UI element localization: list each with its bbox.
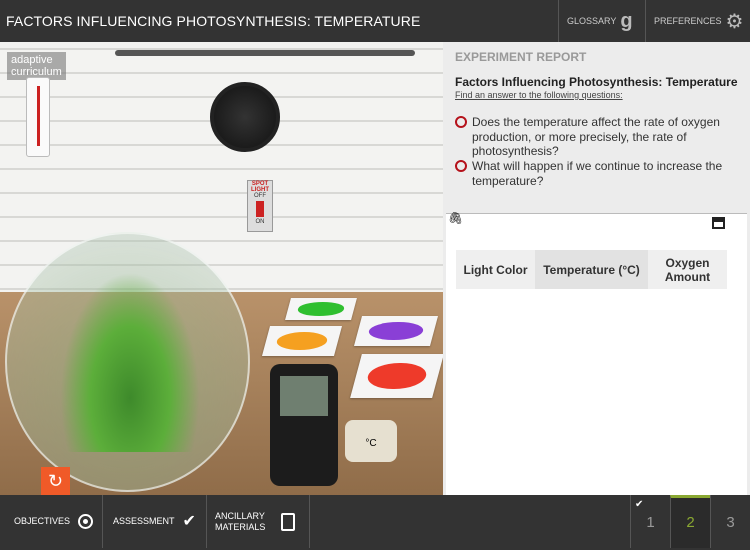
- spotlight-switch[interactable]: SPOT LIGHT OFF ON: [247, 180, 273, 232]
- column-header: Temperature (°C): [535, 250, 648, 289]
- page-title: FACTORS INFLUENCING PHOTOSYNTHESIS: TEMP…: [6, 13, 421, 29]
- reset-icon: ↻: [47, 471, 64, 491]
- switch-label: SPOT LIGHT: [251, 181, 269, 193]
- switch-on-label: ON: [255, 219, 265, 225]
- question-text: What will happen if we continue to incre…: [472, 159, 723, 188]
- bottom-bar: OBJECTIVES ASSESSMENT ✔ ANCILLARY MATERIA…: [0, 495, 750, 548]
- question-1[interactable]: Does the temperature affect the rate of …: [455, 115, 740, 159]
- document-icon: [281, 512, 295, 531]
- data-sheet: 🖇 Light Color Temperature (°C) Oxygen Am…: [446, 211, 747, 495]
- spotlight[interactable]: [210, 82, 280, 152]
- assessment-button[interactable]: ASSESSMENT ✔: [103, 495, 207, 548]
- page-2-button[interactable]: 2: [670, 495, 710, 548]
- reset-button[interactable]: ↻: [41, 467, 70, 495]
- glossary-button[interactable]: GLOSSARY g: [558, 0, 645, 42]
- paperclip-icon: 🖇: [448, 211, 464, 225]
- report-title: Factors Influencing Photosynthesis: Temp…: [455, 75, 738, 89]
- column-header: Oxygen Amount: [648, 250, 727, 289]
- logo-text: adaptive: [11, 54, 53, 66]
- page-number: 2: [686, 514, 695, 531]
- circle-icon: [455, 160, 467, 172]
- data-table: Light Color Temperature (°C) Oxygen Amou…: [456, 250, 727, 289]
- temperature-dial[interactable]: °C: [345, 420, 397, 462]
- question-text: Does the temperature affect the rate of …: [472, 115, 720, 158]
- report-subtitle: Find an answer to the following question…: [455, 90, 623, 100]
- red-filter-card[interactable]: [350, 354, 443, 398]
- page-3-button[interactable]: 3: [710, 495, 750, 548]
- report-heading: EXPERIMENT REPORT: [455, 50, 587, 64]
- gear-icon: ⚙: [725, 10, 744, 33]
- lamp-rail: [115, 50, 415, 56]
- column-header: Light Color: [456, 250, 535, 289]
- objectives-button[interactable]: OBJECTIVES: [0, 495, 103, 548]
- ancillary-label: ANCILLARY MATERIALS: [215, 510, 266, 532]
- logo: adaptive curriculum: [7, 52, 66, 80]
- experiment-scene: adaptive curriculum SPOT LIGHT OFF ON °C …: [0, 42, 443, 495]
- completed-check-icon: ✔: [635, 499, 644, 510]
- glossary-icon: g: [620, 9, 633, 32]
- thermometer: [26, 77, 50, 157]
- preferences-label: PREFERENCES: [654, 16, 722, 26]
- glossary-label: GLOSSARY: [567, 16, 617, 26]
- oxygen-meter: [270, 364, 338, 486]
- target-icon: [78, 514, 94, 529]
- page-number: 3: [726, 514, 735, 531]
- water-plant: [60, 272, 200, 452]
- checkmark-icon: ✔: [182, 513, 196, 530]
- green-filter-card[interactable]: [285, 298, 357, 320]
- circle-icon: [455, 116, 467, 128]
- switch-off-label: OFF: [254, 193, 266, 199]
- question-2[interactable]: What will happen if we continue to incre…: [455, 159, 740, 188]
- objectives-label: OBJECTIVES: [14, 516, 71, 526]
- temperature-unit: °C: [365, 438, 377, 449]
- print-icon[interactable]: [712, 217, 725, 229]
- orange-filter-card[interactable]: [261, 326, 343, 356]
- page-1-button[interactable]: ✔ 1: [630, 495, 670, 548]
- header: FACTORS INFLUENCING PHOTOSYNTHESIS: TEMP…: [0, 0, 750, 42]
- ancillary-materials-button[interactable]: ANCILLARY MATERIALS: [207, 495, 310, 548]
- experiment-report: EXPERIMENT REPORT Factors Influencing Ph…: [443, 42, 750, 495]
- assessment-label: ASSESSMENT: [113, 516, 175, 526]
- purple-filter-card[interactable]: [353, 316, 439, 346]
- page-number: 1: [646, 514, 655, 531]
- preferences-button[interactable]: PREFERENCES ⚙: [645, 0, 750, 42]
